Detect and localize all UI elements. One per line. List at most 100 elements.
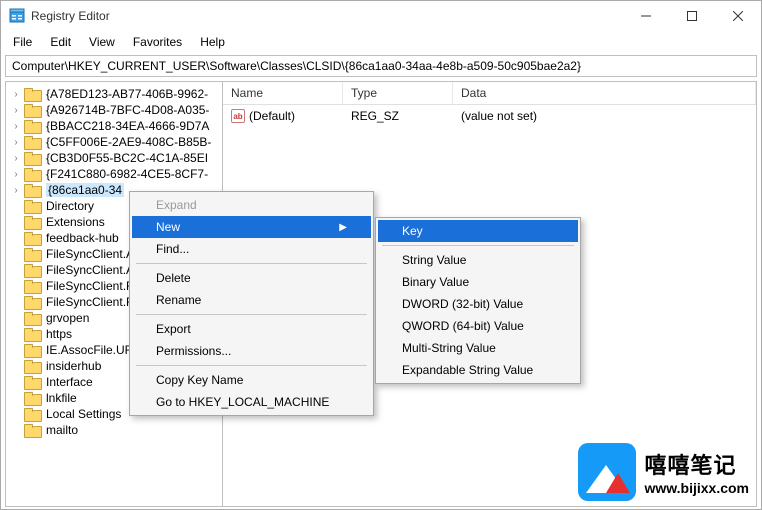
- folder-icon: [24, 168, 40, 180]
- menu-file[interactable]: File: [5, 33, 40, 51]
- tree-item-label: mailto: [46, 423, 78, 437]
- ctx-new-dword[interactable]: DWORD (32-bit) Value: [378, 293, 578, 315]
- tree-item[interactable]: mailto: [6, 422, 222, 438]
- menu-edit[interactable]: Edit: [42, 33, 79, 51]
- ctx-delete[interactable]: Delete: [132, 267, 371, 289]
- tree-item-label: insiderhub: [46, 359, 101, 373]
- menubar: File Edit View Favorites Help: [1, 31, 761, 55]
- tree-item-label: {CB3D0F55-BC2C-4C1A-85EI: [46, 151, 208, 165]
- regedit-icon: [9, 8, 25, 24]
- chevron-right-icon[interactable]: ›: [10, 153, 22, 164]
- ctx-new[interactable]: New ▶: [132, 216, 371, 238]
- list-header: Name Type Data: [223, 82, 756, 105]
- ctx-rename[interactable]: Rename: [132, 289, 371, 311]
- tree-item-label: Directory: [46, 199, 94, 213]
- tree-item[interactable]: › {C5FF006E-2AE9-408C-B85B-: [6, 134, 222, 150]
- tree-item-label: lnkfile: [46, 391, 77, 405]
- chevron-right-icon[interactable]: ›: [10, 105, 22, 116]
- tree-item[interactable]: › {A78ED123-AB77-406B-9962-: [6, 86, 222, 102]
- context-menu: Expand New ▶ Find... Delete Rename Expor…: [129, 191, 374, 416]
- folder-icon: [24, 328, 40, 340]
- tree-item[interactable]: › {F241C880-6982-4CE5-8CF7-: [6, 166, 222, 182]
- separator: [136, 314, 367, 315]
- maximize-button[interactable]: [669, 1, 715, 31]
- chevron-right-icon[interactable]: ›: [10, 185, 22, 196]
- folder-icon: [24, 296, 40, 308]
- tree-item-label: feedback-hub: [46, 231, 119, 245]
- minimize-button[interactable]: [623, 1, 669, 31]
- chevron-right-icon[interactable]: ›: [10, 137, 22, 148]
- chevron-right-icon[interactable]: ›: [10, 169, 22, 180]
- window-title: Registry Editor: [31, 9, 110, 23]
- tree-item-label: FileSyncClient.A: [46, 247, 134, 261]
- tree-item-label: {F241C880-6982-4CE5-8CF7-: [46, 167, 208, 181]
- col-type[interactable]: Type: [343, 82, 453, 104]
- tree-item-label: {C5FF006E-2AE9-408C-B85B-: [46, 135, 211, 149]
- ctx-new-multistring[interactable]: Multi-String Value: [378, 337, 578, 359]
- separator: [136, 365, 367, 366]
- list-row[interactable]: ab (Default) REG_SZ (value not set): [223, 105, 756, 127]
- col-data[interactable]: Data: [453, 82, 756, 104]
- tree-item-label: Interface: [46, 375, 93, 389]
- tree-item-label: {86ca1aa0-34: [46, 183, 124, 197]
- folder-icon: [24, 392, 40, 404]
- tree-item-label: FileSyncClient.Fi: [46, 279, 136, 293]
- ctx-find[interactable]: Find...: [132, 238, 371, 260]
- chevron-right-icon[interactable]: ›: [10, 121, 22, 132]
- tree-item-label: https: [46, 327, 72, 341]
- folder-icon: [24, 184, 40, 196]
- ctx-permissions[interactable]: Permissions...: [132, 340, 371, 362]
- ctx-export[interactable]: Export: [132, 318, 371, 340]
- ctx-new-key[interactable]: Key: [378, 220, 578, 242]
- string-value-icon: ab: [231, 109, 245, 123]
- value-type: REG_SZ: [343, 107, 453, 125]
- folder-icon: [24, 104, 40, 116]
- folder-icon: [24, 424, 40, 436]
- ctx-new-string[interactable]: String Value: [378, 249, 578, 271]
- tree-item-label: {A926714B-7BFC-4D08-A035-: [46, 103, 209, 117]
- ctx-new-binary[interactable]: Binary Value: [378, 271, 578, 293]
- menu-view[interactable]: View: [81, 33, 123, 51]
- ctx-expand[interactable]: Expand: [132, 194, 371, 216]
- ctx-goto-hklm[interactable]: Go to HKEY_LOCAL_MACHINE: [132, 391, 371, 413]
- folder-icon: [24, 120, 40, 132]
- close-button[interactable]: [715, 1, 761, 31]
- tree-item-label: IE.AssocFile.URL: [46, 343, 140, 357]
- col-name[interactable]: Name: [223, 82, 343, 104]
- tree-item-label: grvopen: [46, 311, 89, 325]
- folder-icon: [24, 152, 40, 164]
- tree-item-label: FileSyncClient.Fi: [46, 295, 136, 309]
- folder-icon: [24, 408, 40, 420]
- folder-icon: [24, 216, 40, 228]
- tree-item[interactable]: › {CB3D0F55-BC2C-4C1A-85EI: [6, 150, 222, 166]
- ctx-copy-key-name[interactable]: Copy Key Name: [132, 369, 371, 391]
- tree-item-label: FileSyncClient.A: [46, 263, 134, 277]
- folder-icon: [24, 312, 40, 324]
- chevron-right-icon[interactable]: ›: [10, 89, 22, 100]
- chevron-right-icon: ▶: [339, 222, 347, 233]
- titlebar: Registry Editor: [1, 1, 761, 31]
- value-name: (Default): [249, 109, 295, 123]
- folder-icon: [24, 376, 40, 388]
- tree-item-label: {A78ED123-AB77-406B-9962-: [46, 87, 208, 101]
- tree-item-label: Extensions: [46, 215, 105, 229]
- tree-item[interactable]: › {A926714B-7BFC-4D08-A035-: [6, 102, 222, 118]
- ctx-new-qword[interactable]: QWORD (64-bit) Value: [378, 315, 578, 337]
- folder-icon: [24, 344, 40, 356]
- folder-icon: [24, 232, 40, 244]
- folder-icon: [24, 248, 40, 260]
- folder-icon: [24, 360, 40, 372]
- value-data: (value not set): [453, 107, 756, 125]
- context-submenu-new: Key String Value Binary Value DWORD (32-…: [375, 217, 581, 384]
- menu-help[interactable]: Help: [192, 33, 233, 51]
- address-bar[interactable]: Computer\HKEY_CURRENT_USER\Software\Clas…: [5, 55, 757, 77]
- folder-icon: [24, 200, 40, 212]
- folder-icon: [24, 280, 40, 292]
- folder-icon: [24, 264, 40, 276]
- ctx-new-expandstring[interactable]: Expandable String Value: [378, 359, 578, 381]
- folder-icon: [24, 88, 40, 100]
- menu-favorites[interactable]: Favorites: [125, 33, 190, 51]
- separator: [136, 263, 367, 264]
- tree-item[interactable]: › {BBACC218-34EA-4666-9D7A: [6, 118, 222, 134]
- tree-item-label: {BBACC218-34EA-4666-9D7A: [46, 119, 209, 133]
